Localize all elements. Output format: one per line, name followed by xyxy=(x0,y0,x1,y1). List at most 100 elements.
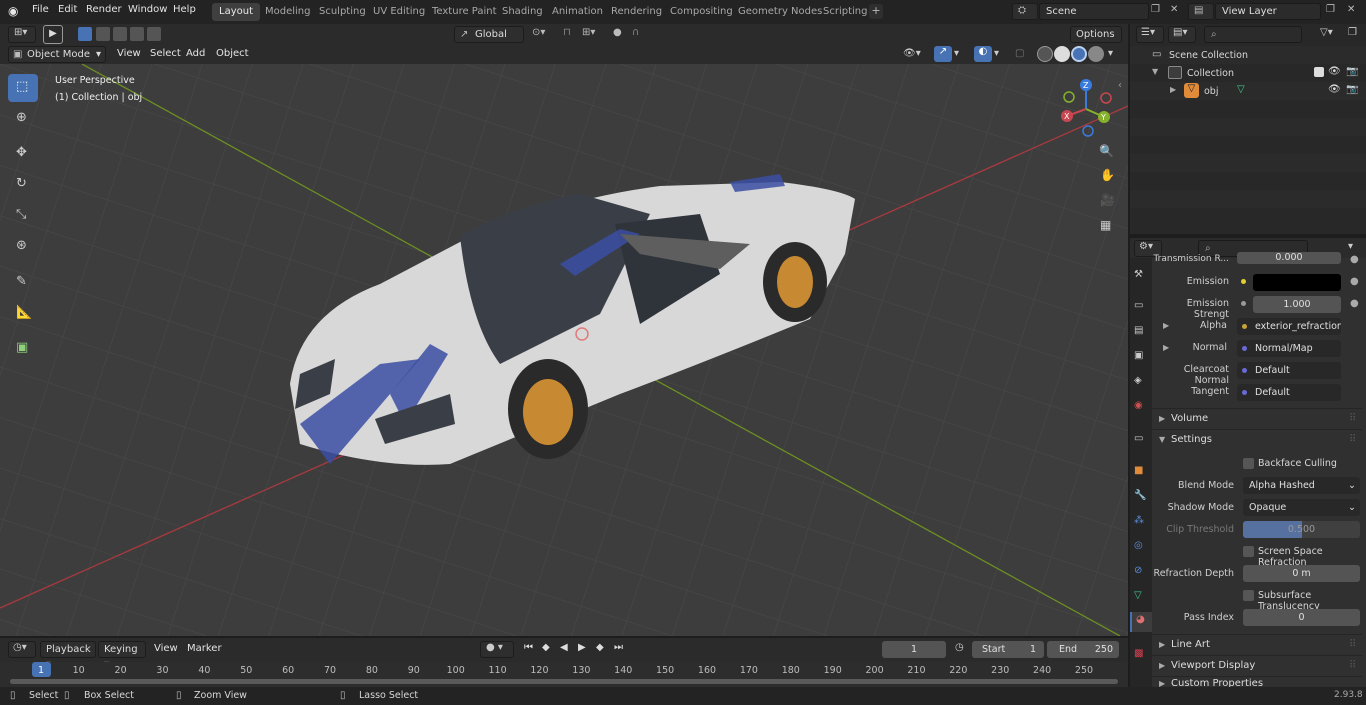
tool-select-box[interactable]: ⬚ xyxy=(8,74,38,102)
render-tab-icon[interactable]: ▭ xyxy=(1134,300,1148,314)
tool-add-cube[interactable]: ▣ xyxy=(8,335,38,363)
3d-viewport[interactable]: User Perspective (1) Collection | obj ⬚ … xyxy=(0,64,1128,636)
delete-scene-icon[interactable]: ✕ xyxy=(1170,4,1178,15)
jump-keyframe-back-icon[interactable]: ◆ xyxy=(542,642,550,653)
tab-texture-paint[interactable]: Texture Paint xyxy=(425,3,504,21)
jump-start-icon[interactable]: ⏮ xyxy=(524,642,533,653)
animate-dot-icon[interactable]: ● xyxy=(1350,254,1359,265)
shading-material-icon[interactable] xyxy=(1071,46,1087,62)
view-layer-selector-button[interactable]: ▤ xyxy=(1188,3,1214,20)
particles-tab-icon[interactable]: ⁂ xyxy=(1134,515,1148,529)
jump-end-icon[interactable]: ⏭ xyxy=(614,642,623,653)
navigation-gizmo[interactable]: Z Y X xyxy=(1055,74,1121,140)
select-mode-subtract-icon[interactable] xyxy=(113,27,127,41)
overlays-toggle-icon[interactable]: ◐ xyxy=(974,46,992,62)
display-mode-button[interactable]: ▤▾ xyxy=(1168,26,1196,43)
pan-hand-icon[interactable]: ✋ xyxy=(1100,168,1115,182)
object-mode-dropdown[interactable]: ▣ Object Mode ▾ xyxy=(8,46,106,63)
menu-render[interactable]: Render xyxy=(86,4,122,15)
subsurface-checkbox[interactable] xyxy=(1243,590,1254,601)
view-layer-name-field[interactable]: View Layer xyxy=(1215,3,1321,20)
auto-keying-button[interactable]: ● ▾ xyxy=(480,641,514,658)
menu-view[interactable]: View xyxy=(117,48,141,59)
tool-scale[interactable]: ⤡ xyxy=(8,202,38,230)
scene-tab-icon[interactable]: ◈ xyxy=(1134,375,1148,389)
start-frame-field[interactable]: Start 1 xyxy=(972,641,1044,658)
normal-link-field[interactable]: Normal/Map xyxy=(1237,340,1341,357)
pass-index-field[interactable]: 0 xyxy=(1243,609,1360,626)
menu-window[interactable]: Window xyxy=(128,4,167,15)
shading-dropdown-icon[interactable]: ▾ xyxy=(1108,48,1113,59)
menu-add[interactable]: Add xyxy=(186,48,205,59)
timeline-marker-menu[interactable]: Marker xyxy=(187,643,222,654)
ssr-checkbox[interactable] xyxy=(1243,546,1254,557)
play-icon[interactable]: ▶ xyxy=(578,642,586,653)
drag-handle-icon[interactable]: ⠿ xyxy=(1349,413,1356,424)
menu-select[interactable]: Select xyxy=(150,48,181,59)
overlays-dropdown-icon[interactable]: ▾ xyxy=(994,48,999,59)
new-scene-icon[interactable]: ❐ xyxy=(1151,4,1160,15)
outliner-search-input[interactable]: ⌕ xyxy=(1204,26,1302,43)
emission-color-swatch[interactable] xyxy=(1253,274,1341,291)
object-hide-eye-icon[interactable]: 👁 xyxy=(1328,84,1341,95)
pivot-point-icon[interactable]: ⊙▾ xyxy=(532,27,545,38)
falloff-icon[interactable]: ∩ xyxy=(632,27,639,38)
world-tab-icon[interactable]: ◉ xyxy=(1134,400,1148,414)
emission-strength-animate-icon[interactable]: ● xyxy=(1350,298,1359,309)
render-camera-icon[interactable]: 📷 xyxy=(1346,66,1358,77)
alpha-link-field[interactable]: exterior_refraction_i... xyxy=(1237,318,1341,335)
end-frame-field[interactable]: End 250 xyxy=(1047,641,1119,658)
filter-icon[interactable]: ▽▾ xyxy=(1320,27,1333,38)
object-tab-icon[interactable]: ■ xyxy=(1134,465,1148,479)
texture-tab-icon[interactable]: ▩ xyxy=(1134,648,1148,662)
modifier-tab-icon[interactable]: 🔧 xyxy=(1134,490,1148,504)
physics-tab-icon[interactable]: ◎ xyxy=(1134,540,1148,554)
keying-menu[interactable]: Keying ▾ xyxy=(98,641,146,670)
zoom-icon[interactable]: 🔍 xyxy=(1099,144,1114,158)
blend-mode-dropdown[interactable]: Alpha Hashed ⌄ xyxy=(1243,477,1360,494)
transform-orientation-dropdown[interactable]: ↗ Global xyxy=(454,26,524,43)
snap-target-icon[interactable]: ⊞▾ xyxy=(582,27,595,38)
data-tab-icon[interactable]: ▽ xyxy=(1134,590,1148,604)
tool-annotate[interactable]: ✎ xyxy=(8,269,38,297)
tangent-field[interactable]: Default xyxy=(1237,384,1341,401)
scene-selector-button[interactable]: ⛭ xyxy=(1012,3,1038,20)
viewport-display-drag-handle-icon[interactable]: ⠿ xyxy=(1349,660,1356,671)
tab-animation[interactable]: Animation xyxy=(545,3,610,21)
visibility-icon[interactable]: 👁▾ xyxy=(903,48,921,59)
material-tab-active[interactable]: ◕ xyxy=(1130,612,1152,632)
settings-drag-handle-icon[interactable]: ⠿ xyxy=(1349,434,1356,445)
refraction-depth-field[interactable]: 0 m xyxy=(1243,565,1360,582)
blender-logo-icon[interactable]: ◉ xyxy=(8,4,18,18)
play-reverse-icon[interactable]: ◀ xyxy=(560,642,568,653)
collection-row[interactable]: ▼ Collection 👁 📷 xyxy=(1130,64,1366,82)
expand-collection-icon[interactable]: ▼ xyxy=(1152,67,1158,76)
output-tab-icon[interactable]: ▤ xyxy=(1134,325,1148,339)
timeline-view-menu[interactable]: View xyxy=(154,643,178,654)
tab-uv-editing[interactable]: UV Editing xyxy=(366,3,432,21)
current-frame-field[interactable]: 1 xyxy=(882,641,946,658)
tab-sculpting[interactable]: Sculpting xyxy=(312,3,373,21)
tab-shading[interactable]: Shading xyxy=(495,3,550,21)
collapse-sidebar-icon[interactable]: ‹ xyxy=(1118,80,1122,91)
tool-tab-icon[interactable]: ⚒ xyxy=(1134,269,1148,283)
timeline-editor-type-button[interactable]: ◷▾ xyxy=(8,641,36,658)
line-art-drag-handle-icon[interactable]: ⠿ xyxy=(1349,639,1356,650)
xray-icon[interactable]: ▢ xyxy=(1015,48,1024,59)
select-mode-extend-icon[interactable] xyxy=(96,27,110,41)
tool-move[interactable]: ✥ xyxy=(8,140,38,168)
snap-icon[interactable]: ⊓ xyxy=(563,27,571,38)
editor-type-button[interactable]: ⊞▾ xyxy=(8,26,36,43)
proportional-edit-icon[interactable]: ● xyxy=(613,27,622,38)
add-workspace-button[interactable]: + xyxy=(869,4,883,19)
custom-properties-section-header[interactable]: ▶ Custom Properties xyxy=(1152,676,1362,687)
playback-menu[interactable]: Playback ▾ xyxy=(40,641,96,670)
menu-help[interactable]: Help xyxy=(173,4,196,15)
properties-options-icon[interactable]: ▾ xyxy=(1348,241,1353,252)
timeline-scrollbar[interactable] xyxy=(10,679,1118,684)
object-render-camera-icon[interactable]: 📷 xyxy=(1346,84,1358,95)
tool-measure[interactable]: 📐 xyxy=(8,300,38,328)
new-view-layer-icon[interactable]: ❐ xyxy=(1326,4,1335,15)
tool-settings-icon[interactable]: ▶ xyxy=(43,25,63,44)
tab-scripting[interactable]: Scripting xyxy=(816,3,874,21)
